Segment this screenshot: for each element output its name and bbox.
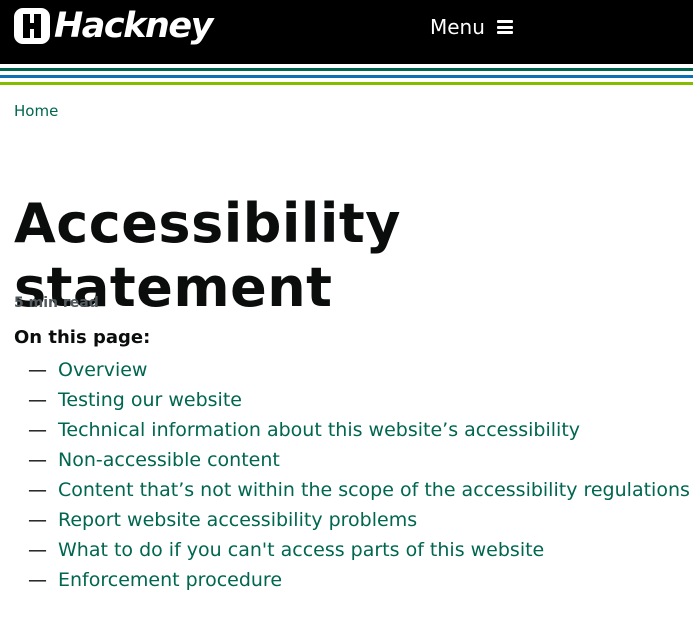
dash-icon: — (28, 479, 47, 501)
contents-list: — Overview — Testing our website — Technica… (28, 355, 690, 595)
contents-link-overview[interactable]: Overview (58, 359, 147, 381)
stripe-dark-green (0, 68, 693, 71)
dash-icon: — (28, 569, 47, 591)
contents-link-non-accessible[interactable]: Non-accessible content (58, 449, 280, 471)
contents-link-report-problems[interactable]: Report website accessibility problems (58, 509, 417, 531)
header-stripes (0, 64, 693, 86)
breadcrumb-home-link[interactable]: Home (14, 102, 58, 120)
contents-link-technical-info[interactable]: Technical information about this website… (58, 419, 580, 441)
dash-icon: — (28, 539, 47, 561)
contents-link-cant-access[interactable]: What to do if you can't access parts of … (58, 539, 544, 561)
contents-item: — Testing our website (28, 385, 690, 415)
site-header: Hackney Menu (0, 0, 693, 64)
contents-item: — Technical information about this websit… (28, 415, 690, 445)
contents-item: — Report website accessibility problems (28, 505, 690, 535)
hackney-h-icon (14, 8, 50, 44)
hackney-logo-link[interactable]: Hackney (14, 6, 213, 46)
dash-icon: — (28, 359, 47, 381)
hamburger-icon (496, 20, 513, 34)
contents-item: — Overview (28, 355, 690, 385)
contents-heading: On this page: (14, 327, 151, 348)
logo-text: Hackney (54, 6, 213, 46)
dash-icon: — (28, 389, 47, 411)
contents-item: — Content that’s not within the scope of … (28, 475, 690, 505)
menu-label: Menu (430, 15, 485, 39)
contents-link-testing[interactable]: Testing our website (58, 389, 242, 411)
contents-link-out-of-scope[interactable]: Content that’s not within the scope of t… (58, 479, 690, 501)
dash-icon: — (28, 449, 47, 471)
contents-item: — Enforcement procedure (28, 565, 690, 595)
read-time: 5 min read (14, 295, 99, 311)
contents-link-enforcement[interactable]: Enforcement procedure (58, 569, 282, 591)
page-title: Accessibility statement (14, 192, 401, 319)
dash-icon: — (28, 419, 47, 441)
stripe-light-green (0, 82, 693, 85)
stripe-blue (0, 75, 693, 78)
contents-item: — What to do if you can't access parts of… (28, 535, 690, 565)
contents-item: — Non-accessible content (28, 445, 690, 475)
dash-icon: — (28, 509, 47, 531)
menu-button[interactable]: Menu (430, 10, 513, 44)
